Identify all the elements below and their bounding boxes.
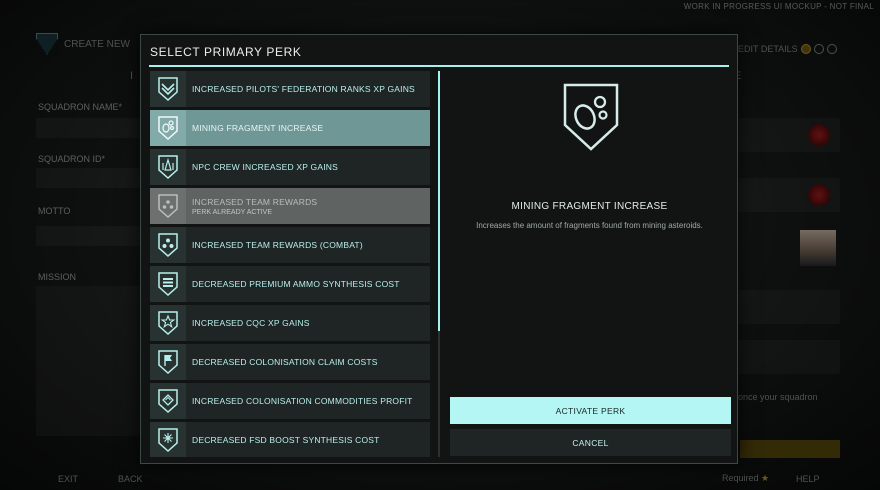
perk-item[interactable]: NPC CREW INCREASED XP GAINS bbox=[150, 149, 430, 185]
team-combat-icon bbox=[150, 227, 186, 263]
activate-perk-button[interactable]: ACTIVATE PERK bbox=[450, 397, 731, 424]
perk-label: INCREASED PILOTS' FEDERATION RANKS XP GA… bbox=[192, 84, 415, 94]
perk-label: NPC CREW INCREASED XP GAINS bbox=[192, 162, 338, 172]
perk-label: MINING FRAGMENT INCREASE bbox=[192, 123, 324, 133]
perk-item[interactable]: DECREASED COLONISATION CLAIM COSTS bbox=[150, 344, 430, 380]
perk-detail-panel: MINING FRAGMENT INCREASE Increases the a… bbox=[448, 71, 731, 457]
cqc-star-icon bbox=[150, 305, 186, 341]
modal-title: SELECT PRIMARY PERK bbox=[150, 45, 302, 59]
perk-item[interactable]: DECREASED FSD BOOST SYNTHESIS COST bbox=[150, 422, 430, 457]
perk-item-disabled[interactable]: INCREASED TEAM REWARDS PERK ALREADY ACTI… bbox=[150, 188, 430, 224]
ammo-icon bbox=[150, 266, 186, 302]
perk-list[interactable]: INCREASED PILOTS' FEDERATION RANKS XP GA… bbox=[150, 71, 433, 457]
title-divider bbox=[149, 65, 729, 67]
perk-label: INCREASED TEAM REWARDS bbox=[192, 196, 318, 207]
mining-fragments-icon bbox=[150, 110, 186, 146]
perk-label: DECREASED PREMIUM AMMO SYNTHESIS COST bbox=[192, 279, 400, 289]
perk-item[interactable]: INCREASED COLONISATION COMMODITIES PROFI… bbox=[150, 383, 430, 419]
mining-fragments-icon bbox=[561, 81, 621, 153]
cancel-button[interactable]: CANCEL bbox=[450, 429, 731, 456]
perk-detail-name: MINING FRAGMENT INCREASE bbox=[511, 201, 668, 212]
perk-label: DECREASED FSD BOOST SYNTHESIS COST bbox=[192, 435, 380, 445]
perk-item[interactable]: INCREASED PILOTS' FEDERATION RANKS XP GA… bbox=[150, 71, 430, 107]
perk-item[interactable]: DECREASED PREMIUM AMMO SYNTHESIS COST bbox=[150, 266, 430, 302]
perk-label: DECREASED COLONISATION CLAIM COSTS bbox=[192, 357, 378, 367]
perk-list-scrollbar-thumb[interactable] bbox=[438, 71, 440, 331]
perk-item[interactable]: INCREASED TEAM REWARDS (COMBAT) bbox=[150, 227, 430, 263]
commodities-icon bbox=[150, 383, 186, 419]
crew-icon bbox=[150, 149, 186, 185]
flag-icon bbox=[150, 344, 186, 380]
perk-label: INCREASED CQC XP GAINS bbox=[192, 318, 310, 328]
team-icon bbox=[150, 188, 186, 224]
perk-label: INCREASED COLONISATION COMMODITIES PROFI… bbox=[192, 396, 413, 406]
perk-status: PERK ALREADY ACTIVE bbox=[192, 208, 273, 216]
perk-detail-description: Increases the amount of fragments found … bbox=[476, 221, 703, 230]
perk-label: INCREASED TEAM REWARDS (COMBAT) bbox=[192, 240, 363, 250]
fsd-boost-icon bbox=[150, 422, 186, 457]
select-perk-modal: SELECT PRIMARY PERK INCREASED PILOTS' FE… bbox=[140, 34, 738, 464]
chevron-rank-icon bbox=[150, 71, 186, 107]
perk-item-selected[interactable]: MINING FRAGMENT INCREASE bbox=[150, 110, 430, 146]
perk-item[interactable]: INCREASED CQC XP GAINS bbox=[150, 305, 430, 341]
